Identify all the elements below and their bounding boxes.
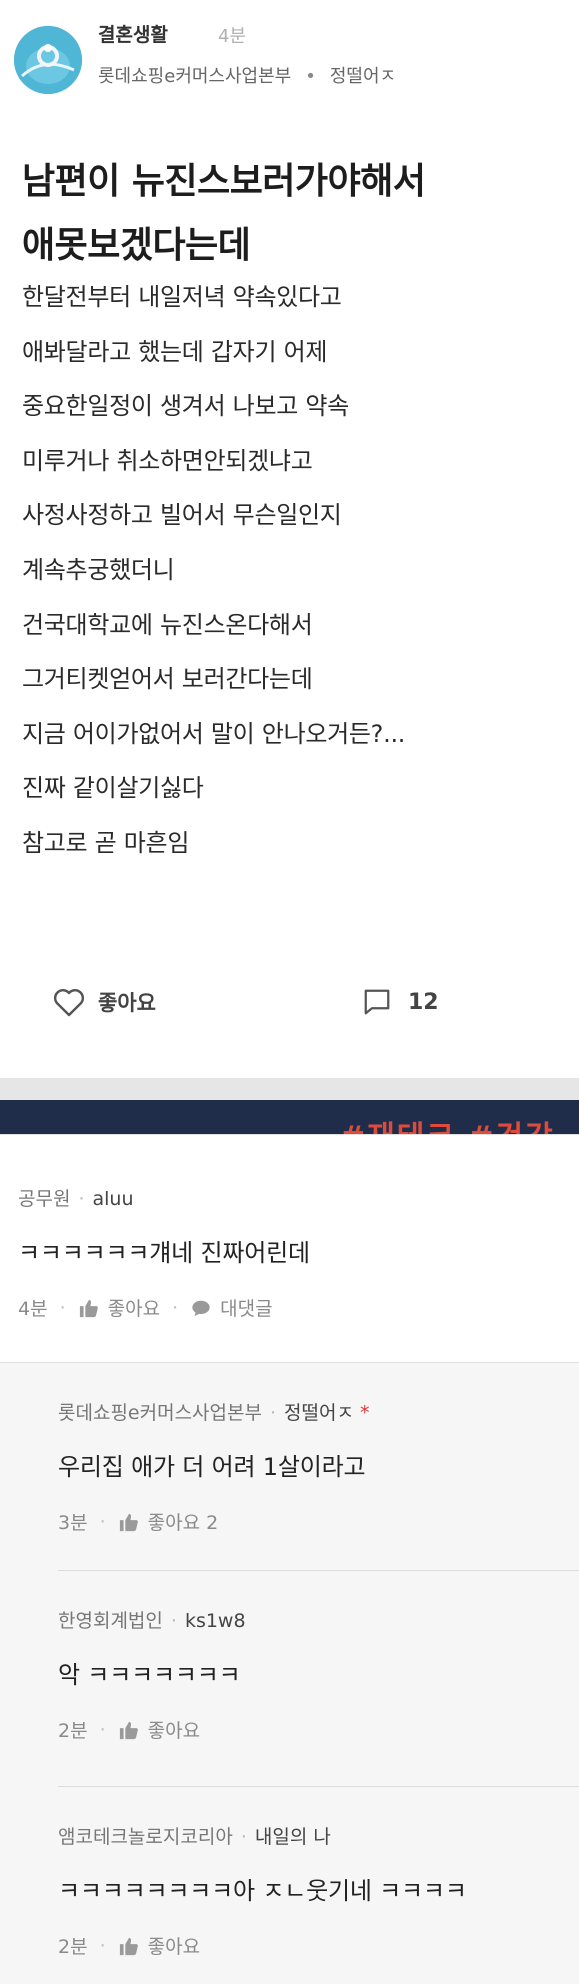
divider: [0, 1362, 579, 1363]
comment-text: ㅋㅋㅋㅋㅋㅋ걔네 진짜어린데: [18, 1239, 310, 1267]
reply-footer: 2분 · 좋아요: [58, 1716, 246, 1743]
meta-separator: •: [305, 66, 316, 87]
reply-author: 롯데쇼핑e커머스사업본부 · 정떨어ㅈ *: [58, 1398, 369, 1425]
board-name[interactable]: 결혼생활: [98, 20, 168, 47]
thumbs-up-icon: [78, 1298, 100, 1318]
author-company: 롯데쇼핑e커머스사업본부: [98, 66, 292, 87]
reply-text: 악 ㅋㅋㅋㅋㅋㅋㅋ: [58, 1661, 241, 1689]
body-line: 그거티켓얻어서 보러간다는데: [22, 665, 313, 694]
reply-time: 2분: [58, 1720, 88, 1742]
like-label: 좋아요: [98, 991, 156, 1015]
comment-button[interactable]: 12: [362, 982, 439, 1022]
reply-button[interactable]: 대댓글: [190, 1294, 273, 1321]
body-line: 지금 어이가없어서 말이 안나오거든?...: [22, 719, 406, 748]
footer-separator: ·: [59, 1296, 66, 1319]
speech-bubble-icon: [190, 1298, 212, 1318]
like-label: 좋아요 2: [147, 1512, 219, 1534]
body-line: 진짜 같이살기싫다: [22, 774, 204, 803]
author-separator: ·: [170, 1610, 177, 1632]
like-button[interactable]: 좋아요: [52, 982, 156, 1022]
post-time: 4분: [218, 26, 247, 47]
like-label: 좋아요: [147, 1936, 201, 1958]
body-line: 미루거나 취소하면안되겠냐고: [22, 446, 313, 475]
thumbs-up-icon: [118, 1720, 140, 1740]
post-title: 남편이 뉴진스보러가야해서 애못보겠다는데: [22, 150, 562, 278]
author-separator: ·: [269, 1402, 277, 1424]
footer-separator: ·: [99, 1934, 106, 1957]
comment-author: 공무원 · aluu: [18, 1184, 310, 1211]
divider: [58, 1570, 579, 1571]
reply-like-button[interactable]: 좋아요: [118, 1716, 200, 1743]
ad-banner[interactable]: #재테크 #건강: [0, 1100, 579, 1134]
comment-footer: 4분 · 좋아요 · 대댓글: [18, 1294, 310, 1321]
reply-company: 롯데쇼핑e커머스사업본부: [58, 1402, 262, 1424]
reply-list: 롯데쇼핑e커머스사업본부 · 정떨어ㅈ * 우리집 애가 더 어려 1살이라고 3분 …: [0, 1362, 579, 1984]
comment-icon: [364, 989, 390, 1015]
reply-text: ㅋㅋㅋㅋㅋㅋㅋㅋ아 ㅈㄴ웃기네 ㅋㅋㅋㅋ: [58, 1877, 467, 1905]
reply-footer: 3분 · 좋아요 2: [58, 1508, 369, 1535]
reply-item: 롯데쇼핑e커머스사업본부 · 정떨어ㅈ * 우리집 애가 더 어려 1살이라고 3분 …: [58, 1398, 369, 1535]
reply-item: 한영회계법인 · ks1w8 악 ㅋㅋㅋㅋㅋㅋㅋ 2분 · 좋아요: [58, 1606, 246, 1743]
banner-text: #재테크 #건강: [340, 1112, 555, 1134]
footer-separator: ·: [99, 1510, 106, 1533]
comment-time: 4분: [18, 1298, 48, 1320]
post-actions: 좋아요 12: [52, 982, 552, 1022]
divider: [0, 1134, 579, 1135]
author-nick[interactable]: 정떨어ㅈ: [330, 66, 396, 87]
reply-company: 앰코테크놀로지코리아: [58, 1826, 233, 1848]
reply-author: 한영회계법인 · ks1w8: [58, 1606, 246, 1633]
reply-time: 3분: [58, 1512, 88, 1534]
footer-separator: ·: [172, 1296, 179, 1319]
thumbs-up-icon: [118, 1936, 140, 1956]
divider: [58, 1786, 579, 1787]
comment-like-button[interactable]: 좋아요: [78, 1294, 160, 1321]
comment-company: 공무원: [18, 1188, 71, 1210]
body-line: 중요한일정이 생겨서 나보고 약속: [22, 392, 349, 421]
comment-content: 공무원 · aluu ㅋㅋㅋㅋㅋㅋ걔네 진짜어린데 4분 · 좋아요 · 대댓글: [18, 1184, 310, 1321]
body-line: 건국대학교에 뉴진스온다해서: [22, 610, 313, 639]
post-body: 한달전부터 내일저녁 약속있다고 애봐달라고 했는데 갑자기 어제 중요한일정이…: [22, 270, 562, 871]
title-line: 애못보겠다는데: [22, 225, 251, 266]
reply-like-button[interactable]: 좋아요: [118, 1932, 200, 1959]
footer-separator: ·: [99, 1718, 106, 1741]
body-line: 한달전부터 내일저녁 약속있다고: [22, 283, 342, 311]
reply-nick[interactable]: 정떨어ㅈ: [284, 1402, 354, 1424]
comment-item: 공무원 · aluu ㅋㅋㅋㅋㅋㅋ걔네 진짜어린데 4분 · 좋아요 · 대댓글: [0, 1134, 579, 1362]
body-line: 계속추궁했더니: [22, 555, 175, 584]
reply-company: 한영회계법인: [58, 1610, 163, 1632]
like-label: 좋아요: [147, 1720, 201, 1742]
comment-count: 12: [408, 989, 439, 1015]
body-line: 사정사정하고 빌어서 무슨일인지: [22, 501, 342, 530]
reply-nick[interactable]: ks1w8: [185, 1610, 246, 1632]
author-star: *: [359, 1402, 370, 1424]
heart-icon: [53, 988, 85, 1017]
author-separator: ·: [240, 1826, 247, 1848]
reply-author: 앰코테크놀로지코리아 · 내일의 나: [58, 1822, 467, 1849]
reply-like-button[interactable]: 좋아요 2: [118, 1508, 219, 1535]
reply-nick[interactable]: 내일의 나: [255, 1826, 331, 1848]
reply-footer: 2분 · 좋아요: [58, 1932, 467, 1959]
section-gap: [0, 1078, 579, 1100]
body-line: 참고로 곧 마흔임: [22, 828, 190, 857]
comment-nick[interactable]: aluu: [93, 1188, 134, 1210]
body-line: 애봐달라고 했는데 갑자기 어제: [22, 337, 328, 366]
board-avatar[interactable]: [14, 26, 82, 94]
reply-item: 앰코테크놀로지코리아 · 내일의 나 ㅋㅋㅋㅋㅋㅋㅋㅋ아 ㅈㄴ웃기네 ㅋㅋㅋㅋ 2분…: [58, 1822, 467, 1959]
post-card: 결혼생활 4분 롯데쇼핑e커머스사업본부 • 정떨어ㅈ 남편이 뉴진스보러가야해서 …: [0, 0, 579, 1078]
reply-text: 우리집 애가 더 어려 1살이라고: [58, 1453, 366, 1481]
ring-icon: [14, 26, 82, 94]
author-meta: 롯데쇼핑e커머스사업본부 • 정떨어ㅈ: [98, 62, 396, 88]
like-label: 좋아요: [107, 1298, 161, 1320]
comment-section: 공무원 · aluu ㅋㅋㅋㅋㅋㅋ걔네 진짜어린데 4분 · 좋아요 · 대댓글: [0, 1134, 579, 1984]
reply-label: 대댓글: [220, 1298, 273, 1320]
title-line: 남편이 뉴진스보러가야해서: [22, 161, 426, 202]
reply-time: 2분: [58, 1936, 88, 1958]
thumbs-up-icon: [118, 1512, 140, 1532]
author-separator: ·: [78, 1188, 85, 1210]
post-header: 결혼생활 4분 롯데쇼핑e커머스사업본부 • 정떨어ㅈ: [14, 18, 574, 98]
